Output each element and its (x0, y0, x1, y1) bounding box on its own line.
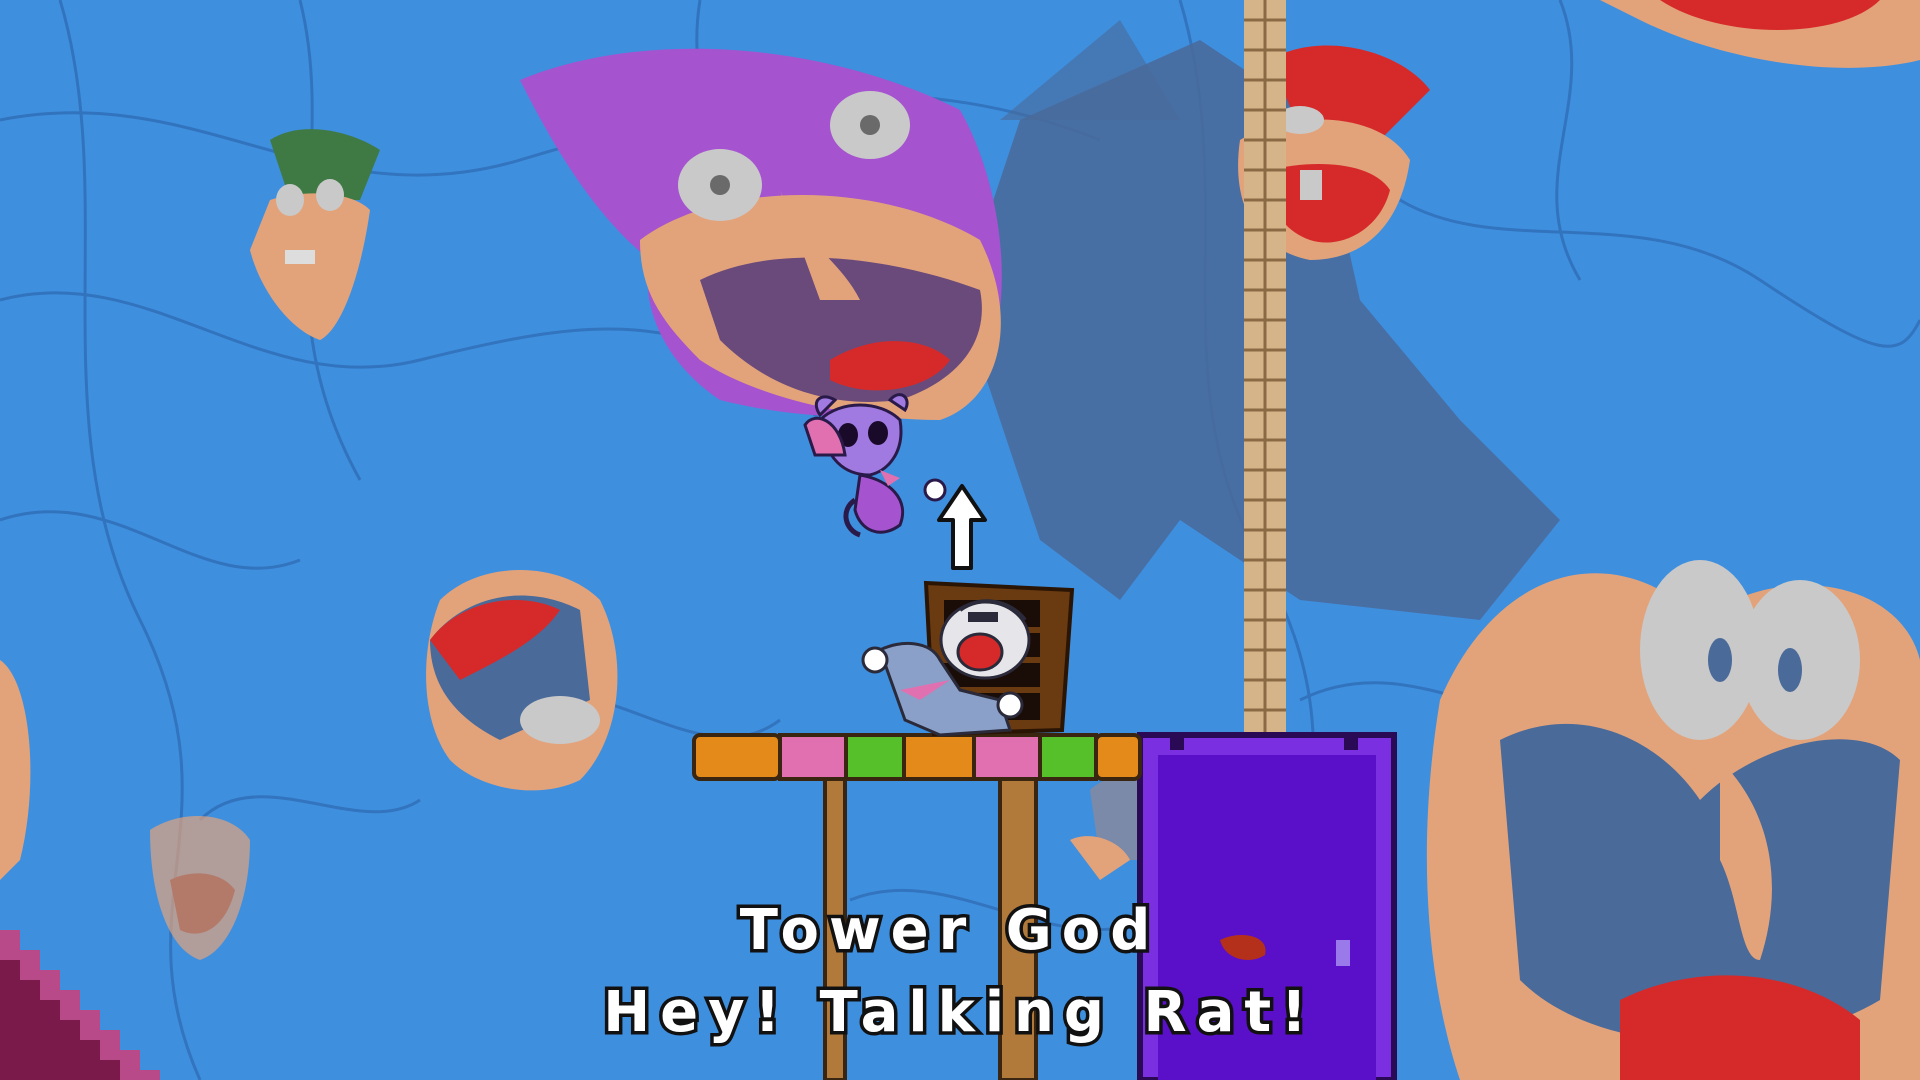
game-scene: Tower God Hey! Talking Rat! (0, 0, 1920, 1080)
climbing-rope[interactable] (1244, 0, 1286, 740)
background-face-left-middle (426, 570, 618, 791)
up-arrow-icon (937, 484, 987, 570)
dialogue-line: Hey! Talking Rat! (600, 977, 1317, 1049)
dialogue-speaker: Tower God (736, 895, 1161, 967)
